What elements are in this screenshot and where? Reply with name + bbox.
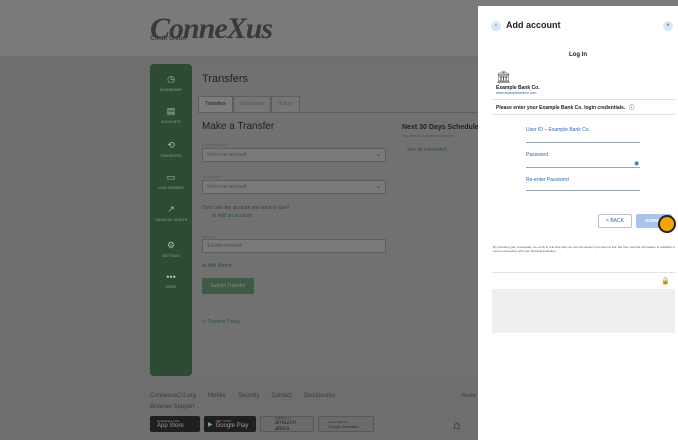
sidebar-item-loan-payment[interactable]: ▭ LOAN PAYMENT: [150, 172, 192, 190]
add-memo-link[interactable]: ⊕ Add Memo: [202, 263, 232, 269]
add-account-link[interactable]: ⊕ Add an account: [212, 213, 252, 219]
cursor-indicator: [658, 215, 676, 233]
to-account-select[interactable]: Select an account ⌄: [202, 180, 386, 194]
chevron-down-icon: ⌄: [375, 152, 381, 158]
bank-icon: 🏛: [496, 70, 512, 84]
to-account-label: To Account: [202, 174, 222, 179]
browser-support-link[interactable]: Browser Support: [150, 404, 195, 410]
transfers-icon: ⟲: [167, 140, 175, 150]
google-play-badge[interactable]: ▶ GET IT ON Google Play: [204, 416, 256, 432]
sidebar-item-transfers[interactable]: ⟲ TRANSFERS: [150, 140, 192, 158]
brand-subtitle: Credit Union: [150, 36, 186, 42]
dashboard-icon: ◷: [167, 74, 175, 84]
loan-payment-icon: ▭: [166, 172, 176, 182]
footer-link-disclosures[interactable]: Disclosures: [304, 393, 335, 399]
sidebar-item-label: FINANCIAL HEALTH: [154, 218, 188, 222]
transfer-policy-link-label: Transfer Policy: [207, 319, 241, 325]
show-password-icon[interactable]: ◉: [634, 160, 639, 167]
sidebar-item-label: TRANSFERS: [160, 154, 182, 158]
add-memo-link-label: Add Memo: [207, 263, 232, 269]
submit-transfer-button[interactable]: Submit Transfer: [202, 278, 254, 294]
sidebar-item-label: DASHBOARD: [159, 88, 183, 92]
google-play-badge-text: Google Play: [215, 423, 249, 429]
transfer-tabs: Transfers Scheduled History: [198, 96, 301, 112]
page-title: Transfers: [202, 73, 249, 85]
sidebar-item-accounts[interactable]: ▤ ACCOUNTS: [150, 106, 192, 124]
app-store-badge[interactable]: Download on the App Store: [150, 416, 200, 432]
reenter-password-label: Re-enter Password: [526, 177, 569, 183]
close-icon[interactable]: ×: [663, 21, 673, 31]
add-account-modal: ‹ Add account × Log In 🏛 Example Bank Co…: [478, 6, 678, 440]
footer-links: ConnexusCU.org Mobile Security Contact D…: [150, 393, 335, 399]
password-label: Password: [526, 152, 548, 158]
sidebar-item-dashboard[interactable]: ◷ DASHBOARD: [150, 74, 192, 92]
equal-housing-icon: ⌂: [453, 418, 461, 432]
schedule-title: Next 30 Days Schedule: [402, 124, 479, 131]
back-arrow-icon[interactable]: ‹: [491, 21, 501, 31]
sidebar-item-financial-health[interactable]: ↗ FINANCIAL HEALTH: [150, 204, 192, 222]
tab-transfers[interactable]: Transfers: [198, 96, 233, 112]
tab-divider: [198, 112, 478, 113]
footer-link-security[interactable]: Security: [238, 393, 260, 399]
missing-account-text: Don't see the account you want to use?: [202, 205, 290, 211]
sidebar-item-label: MORE: [165, 285, 177, 289]
lock-icon: 🔒: [661, 278, 670, 285]
google-play-icon: ▶: [208, 421, 213, 428]
credentials-prompt-text: Please enter your Example Bank Co. login…: [496, 105, 626, 111]
alexa-badge-text: amazon alexa: [274, 420, 297, 432]
schedule-title-days: 30: [419, 124, 427, 131]
schedule-subtitle: You have no transfers scheduled: [402, 134, 453, 138]
add-account-link-label: Add an account: [217, 213, 253, 219]
password-input[interactable]: [526, 167, 640, 168]
chevron-down-icon: ⌄: [375, 184, 381, 190]
google-assistant-badge[interactable]: ● works with the Google Assistant: [318, 416, 374, 432]
credentials-prompt: Please enter your Example Bank Co. login…: [496, 104, 634, 111]
back-button[interactable]: < BACK: [598, 214, 632, 228]
sidebar-nav: ◷ DASHBOARD ▤ ACCOUNTS ⟲ TRANSFERS ▭ LOA…: [150, 64, 192, 376]
sidebar-item-label: LOAN PAYMENT: [157, 186, 185, 190]
sidebar-item-label: SETTINGS: [162, 254, 180, 258]
tab-scheduled[interactable]: Scheduled: [232, 96, 271, 112]
google-assistant-badge-text: Google Assistant: [328, 423, 359, 429]
from-account-select[interactable]: Select an account ⌄: [202, 148, 386, 162]
reenter-password-input[interactable]: [526, 190, 640, 191]
modal-title: Add account: [506, 20, 561, 30]
sidebar-item-label: ACCOUNTS: [161, 120, 181, 124]
see-all-scheduled-link[interactable]: See all scheduled: [407, 147, 446, 153]
sidebar-item-more[interactable]: ••• MORE: [150, 272, 192, 289]
schedule-title-prefix: Next: [402, 124, 420, 131]
from-account-label: From Account: [202, 142, 227, 147]
modal-footer-panel: [492, 289, 675, 333]
bank-url-link[interactable]: www.examplebankco.com: [496, 91, 536, 95]
google-assistant-icon: ●: [323, 421, 326, 427]
settings-icon: ⚙: [166, 240, 176, 250]
tab-history[interactable]: History: [270, 96, 301, 112]
amount-input[interactable]: $ Enter Amount: [202, 239, 386, 253]
amount-placeholder: $ Enter Amount: [207, 243, 242, 249]
info-icon[interactable]: ⓘ: [629, 105, 634, 111]
schedule-title-suffix: Days Schedule: [426, 124, 479, 131]
sidebar-item-settings[interactable]: ⚙ SETTINGS: [150, 240, 192, 258]
routing-text: Routin: [462, 393, 477, 399]
form-title: Make a Transfer: [202, 121, 275, 132]
user-id-input[interactable]: [526, 142, 640, 143]
accounts-icon: ▤: [166, 106, 176, 116]
footer-link-contact[interactable]: Contact: [271, 393, 292, 399]
footer-link-mobile[interactable]: Mobile: [208, 393, 226, 399]
to-account-placeholder: Select an account: [207, 184, 247, 190]
alexa-badge[interactable]: ◯ available on amazon alexa: [260, 416, 314, 432]
more-icon: •••: [166, 272, 176, 282]
footer-link-connexus[interactable]: ConnexusCU.org: [150, 393, 196, 399]
disclaimer-text: By providing your credentials, we verify…: [493, 245, 675, 253]
user-id-label: User ID – Example Bank Co.: [526, 127, 590, 133]
login-heading: Log In: [569, 52, 587, 58]
divider: [492, 272, 675, 273]
divider: [492, 114, 675, 115]
alexa-icon: ◯: [265, 421, 272, 428]
app-store-badge-text: App Store: [157, 423, 184, 429]
transfer-policy-link[interactable]: ⊙ Transfer Policy: [202, 319, 241, 325]
from-account-placeholder: Select an account: [207, 152, 247, 158]
divider: [492, 99, 675, 100]
financial-health-icon: ↗: [167, 204, 175, 214]
